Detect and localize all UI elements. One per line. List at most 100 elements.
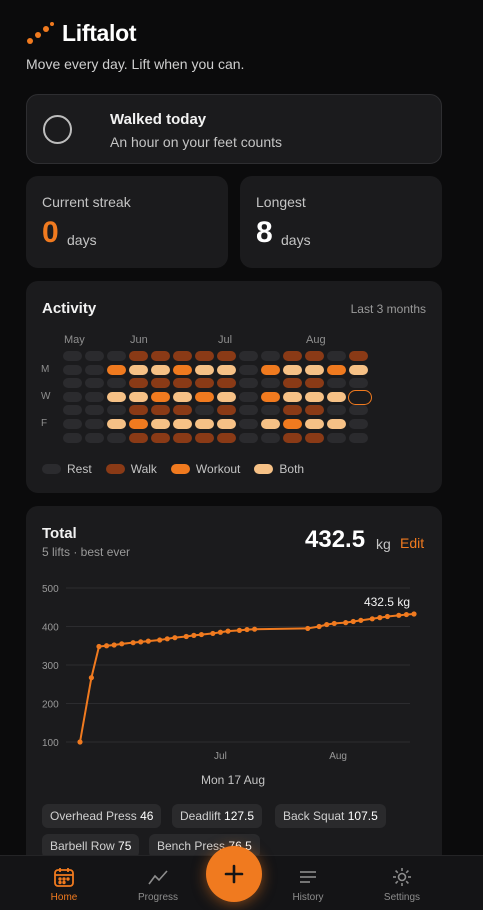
heatmap-cell[interactable] bbox=[129, 391, 148, 402]
heatmap-cell[interactable] bbox=[129, 405, 148, 416]
heatmap-cell[interactable] bbox=[63, 405, 82, 416]
heatmap-cell[interactable] bbox=[195, 419, 214, 429]
heatmap-cell[interactable] bbox=[173, 391, 192, 402]
walked-today-checkbox[interactable] bbox=[43, 115, 72, 144]
heatmap-cell[interactable] bbox=[349, 378, 368, 389]
heatmap-cell[interactable] bbox=[217, 351, 236, 361]
heatmap-cell[interactable] bbox=[85, 432, 104, 443]
heatmap-cell[interactable] bbox=[327, 405, 346, 416]
heatmap-cell[interactable] bbox=[327, 419, 346, 429]
heatmap-cell[interactable] bbox=[63, 364, 82, 375]
heatmap-cell[interactable] bbox=[195, 378, 214, 389]
heatmap-cell[interactable] bbox=[173, 432, 192, 443]
heatmap-cell[interactable] bbox=[151, 405, 170, 416]
heatmap-cell[interactable] bbox=[195, 364, 214, 375]
heatmap-cell[interactable] bbox=[327, 351, 346, 361]
edit-total-button[interactable]: Edit bbox=[400, 535, 424, 551]
heatmap-cell[interactable] bbox=[349, 351, 368, 361]
heatmap-cell[interactable] bbox=[217, 364, 236, 375]
heatmap-cell[interactable] bbox=[63, 351, 82, 361]
heatmap-cell[interactable] bbox=[217, 405, 236, 416]
heatmap-cell[interactable] bbox=[107, 364, 126, 375]
heatmap-cell[interactable] bbox=[85, 378, 104, 389]
heatmap-cell[interactable] bbox=[305, 378, 324, 389]
heatmap-cell[interactable] bbox=[107, 378, 126, 389]
heatmap-cell[interactable] bbox=[85, 364, 104, 375]
heatmap-cell[interactable] bbox=[349, 364, 368, 375]
heatmap-cell[interactable] bbox=[283, 351, 302, 361]
heatmap-cell[interactable] bbox=[195, 391, 214, 402]
nav-settings[interactable]: Settings bbox=[366, 856, 438, 910]
heatmap-cell[interactable] bbox=[195, 432, 214, 443]
heatmap-cell[interactable] bbox=[63, 391, 82, 402]
heatmap-cell[interactable] bbox=[107, 419, 126, 429]
heatmap-cell[interactable] bbox=[217, 391, 236, 402]
heatmap-cell[interactable] bbox=[305, 351, 324, 361]
heatmap-cell[interactable] bbox=[239, 419, 258, 429]
heatmap-cell[interactable] bbox=[349, 405, 368, 416]
add-entry-button[interactable] bbox=[206, 846, 262, 902]
heatmap-cell[interactable] bbox=[327, 432, 346, 443]
lift-chip-overhead-press[interactable]: Overhead Press 46 bbox=[42, 804, 162, 828]
heatmap-cell[interactable] bbox=[173, 378, 192, 389]
heatmap-cell[interactable] bbox=[85, 391, 104, 402]
heatmap-cell[interactable] bbox=[261, 419, 280, 429]
heatmap-cell[interactable] bbox=[151, 351, 170, 361]
heatmap-cell[interactable] bbox=[173, 364, 192, 375]
lift-chip-back-squat[interactable]: Back Squat 107.5 bbox=[275, 804, 386, 828]
heatmap-cell[interactable] bbox=[283, 405, 302, 416]
heatmap-cell[interactable] bbox=[129, 364, 148, 375]
heatmap-cell[interactable] bbox=[261, 364, 280, 375]
heatmap-cell[interactable] bbox=[195, 351, 214, 361]
heatmap-cell[interactable] bbox=[151, 364, 170, 375]
heatmap-cell[interactable] bbox=[151, 419, 170, 429]
heatmap-cell[interactable] bbox=[261, 405, 280, 416]
heatmap-cell[interactable] bbox=[261, 391, 280, 402]
heatmap-cell[interactable] bbox=[327, 391, 346, 402]
heatmap-cell[interactable] bbox=[217, 378, 236, 389]
heatmap-cell[interactable] bbox=[107, 391, 126, 402]
nav-home[interactable]: Home bbox=[28, 856, 100, 910]
heatmap-cell[interactable] bbox=[129, 432, 148, 443]
heatmap-cell[interactable] bbox=[305, 432, 324, 443]
heatmap-cell[interactable] bbox=[63, 378, 82, 389]
heatmap-cell[interactable] bbox=[63, 432, 82, 443]
heatmap-cell[interactable] bbox=[173, 405, 192, 416]
lift-chip-deadlift[interactable]: Deadlift 127.5 bbox=[172, 804, 263, 828]
heatmap-cell[interactable] bbox=[261, 432, 280, 443]
heatmap-cell[interactable] bbox=[261, 378, 280, 389]
heatmap-cell[interactable] bbox=[305, 405, 324, 416]
heatmap-cell[interactable] bbox=[107, 351, 126, 361]
heatmap-cell[interactable] bbox=[283, 419, 302, 429]
heatmap-cell[interactable] bbox=[283, 432, 302, 443]
nav-progress[interactable]: Progress bbox=[122, 856, 194, 910]
heatmap-cell[interactable] bbox=[85, 419, 104, 429]
heatmap-cell[interactable] bbox=[151, 432, 170, 443]
heatmap-cell[interactable] bbox=[327, 364, 346, 375]
heatmap-cell[interactable] bbox=[195, 405, 214, 416]
heatmap-cell[interactable] bbox=[151, 391, 170, 402]
heatmap-cell[interactable] bbox=[107, 432, 126, 443]
heatmap-cell[interactable] bbox=[129, 351, 148, 361]
heatmap-cell[interactable] bbox=[173, 351, 192, 361]
heatmap-cell[interactable] bbox=[305, 364, 324, 375]
heatmap-cell[interactable] bbox=[63, 419, 82, 429]
heatmap-cell[interactable] bbox=[283, 378, 302, 389]
heatmap-cell[interactable] bbox=[239, 364, 258, 375]
heatmap-cell[interactable] bbox=[305, 419, 324, 429]
heatmap-cell[interactable] bbox=[173, 419, 192, 429]
heatmap-cell[interactable] bbox=[239, 405, 258, 416]
heatmap-cell-today[interactable] bbox=[348, 389, 372, 405]
heatmap-cell[interactable] bbox=[239, 391, 258, 402]
heatmap-cell[interactable] bbox=[217, 419, 236, 429]
heatmap-cell[interactable] bbox=[349, 419, 368, 429]
heatmap-cell[interactable] bbox=[85, 405, 104, 416]
heatmap-cell[interactable] bbox=[239, 378, 258, 389]
heatmap-cell[interactable] bbox=[129, 419, 148, 429]
heatmap-cell[interactable] bbox=[283, 364, 302, 375]
heatmap-cell[interactable] bbox=[349, 432, 368, 443]
heatmap-cell[interactable] bbox=[129, 378, 148, 389]
walked-today-card[interactable]: Walked today An hour on your feet counts bbox=[26, 94, 442, 164]
heatmap-cell[interactable] bbox=[239, 351, 258, 361]
heatmap-cell[interactable] bbox=[261, 351, 280, 361]
